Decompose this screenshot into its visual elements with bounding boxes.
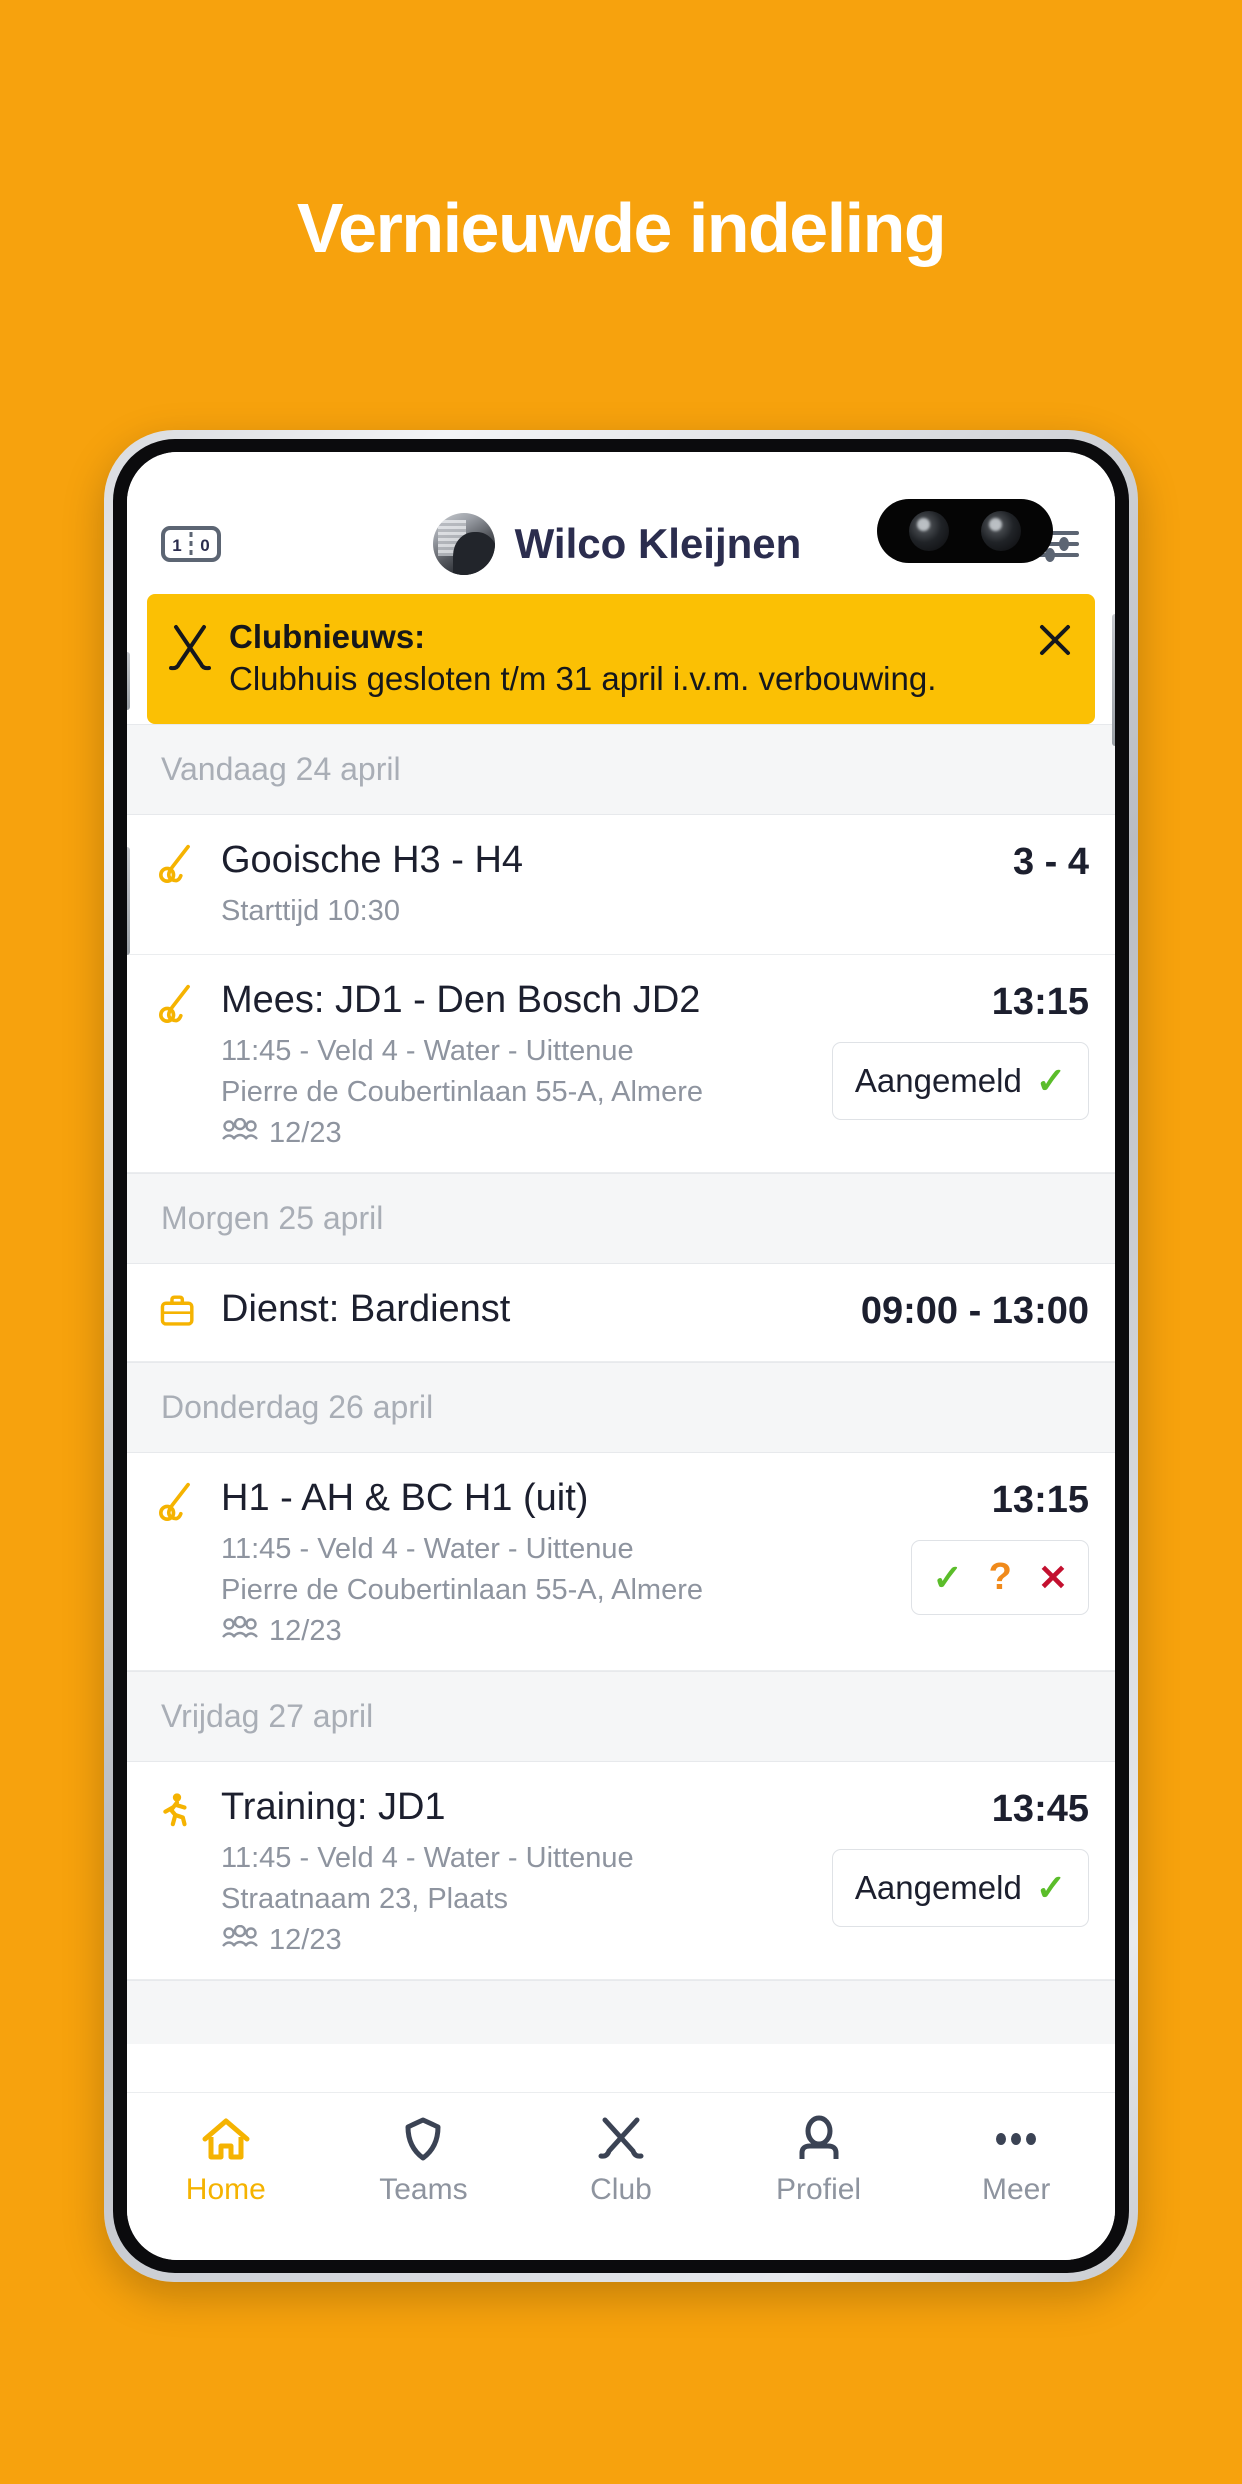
tab-meer[interactable]: Meer xyxy=(917,2115,1115,2207)
day-header: Morgen 25 april xyxy=(127,1172,1115,1264)
tab-home[interactable]: Home xyxy=(127,2115,325,2207)
registration-label: Aangemeld xyxy=(854,1062,1022,1100)
hockey-sticks-icon xyxy=(169,624,211,674)
tab-label: Club xyxy=(590,2173,652,2206)
event-location: Pierre de Coubertinlaan 55-A, Almere xyxy=(221,1574,703,1607)
news-title: Clubnieuws: xyxy=(229,618,426,655)
list-item[interactable]: Training: JD1 11:45 - Veld 4 - Water - U… xyxy=(127,1762,1115,1981)
hockey-sticks-icon xyxy=(595,2115,647,2163)
event-title: H1 - AH & BC H1 (uit) xyxy=(221,1477,589,1520)
phone-button-left-lower xyxy=(127,847,130,955)
tab-label: Meer xyxy=(981,2173,1051,2206)
running-person-icon xyxy=(157,1784,205,1957)
camera-cutout xyxy=(877,499,1053,563)
shield-icon xyxy=(397,2115,449,2163)
event-subtitle: 11:45 - Veld 4 - Water - Uittenue xyxy=(221,1841,634,1874)
attendance-count: 12/23 xyxy=(269,1116,342,1149)
bottom-navigation: Home Teams Club Profiel Meer xyxy=(127,2092,1115,2260)
event-location: Pierre de Coubertinlaan 55-A, Almere xyxy=(221,1075,703,1108)
registration-label: Aangemeld xyxy=(854,1869,1022,1907)
news-text: Clubhuis gesloten t/m 31 april i.v.m. ve… xyxy=(229,660,937,698)
decline-button[interactable]: ✕ xyxy=(1038,1557,1068,1599)
list-item[interactable]: Gooische H3 - H4 Starttijd 10:30 3 - 4 xyxy=(127,815,1115,956)
phone-frame: 1 0 Wilco Kleijnen Clubnieuws: Clubhuis … xyxy=(104,430,1138,2282)
list-item[interactable]: Dienst: Bardienst 09:00 - 13:00 xyxy=(127,1264,1115,1363)
event-title: Dienst: Bardienst xyxy=(221,1287,511,1330)
people-icon xyxy=(221,1615,259,1648)
avatar[interactable] xyxy=(432,513,495,575)
list-bottom-spacer xyxy=(127,1980,1115,2045)
attendance: 12/23 xyxy=(221,1117,816,1150)
phone-button-left-upper xyxy=(127,652,130,710)
phone-bezel: 1 0 Wilco Kleijnen Clubnieuws: Clubhuis … xyxy=(113,439,1129,2273)
registration-status-button[interactable]: Aangemeld ✓ xyxy=(831,1042,1089,1121)
svg-text:0: 0 xyxy=(200,536,209,555)
attendance: 12/23 xyxy=(221,1924,816,1957)
day-header: Vrijdag 27 april xyxy=(127,1671,1115,1763)
event-title: Gooische H3 - H4 xyxy=(221,839,524,882)
check-icon: ✓ xyxy=(1035,1060,1066,1102)
tab-teams[interactable]: Teams xyxy=(325,2115,523,2207)
more-dots-icon xyxy=(990,2115,1042,2163)
phone-screen: 1 0 Wilco Kleijnen Clubnieuws: Clubhuis … xyxy=(127,452,1115,2260)
promo-headline: Vernieuwde indeling xyxy=(296,189,947,267)
attendance-count: 12/23 xyxy=(269,1924,342,1957)
attendance-count: 12/23 xyxy=(269,1615,342,1648)
list-item[interactable]: H1 - AH & BC H1 (uit) 11:45 - Veld 4 - W… xyxy=(127,1453,1115,1672)
event-location: Straatnaam 23, Plaats xyxy=(221,1883,508,1915)
availability-choice-group[interactable]: ✓ ? ✕ xyxy=(911,1540,1089,1616)
home-icon xyxy=(200,2115,252,2163)
tab-label: Profiel xyxy=(776,2173,862,2206)
event-time: 09:00 - 13:00 xyxy=(860,1289,1089,1332)
people-icon xyxy=(221,1924,259,1957)
event-subtitle: 11:45 - Veld 4 - Water - Uittenue xyxy=(221,1532,634,1565)
tab-club[interactable]: Club xyxy=(522,2115,720,2207)
event-time: 13:15 xyxy=(991,1479,1089,1522)
camera-lens-secondary xyxy=(981,511,1021,551)
event-subtitle: Starttijd 10:30 xyxy=(221,894,400,927)
list-item[interactable]: Mees: JD1 - Den Bosch JD2 11:45 - Veld 4… xyxy=(127,955,1115,1173)
accept-button[interactable]: ✓ xyxy=(932,1557,962,1599)
svg-text:1: 1 xyxy=(172,536,181,555)
person-icon xyxy=(793,2115,845,2163)
people-icon xyxy=(221,1117,259,1150)
check-icon: ✓ xyxy=(1035,1867,1066,1909)
close-icon[interactable] xyxy=(1035,620,1075,660)
event-title: Training: JD1 xyxy=(221,1786,446,1829)
club-news-banner[interactable]: Clubnieuws: Clubhuis gesloten t/m 31 apr… xyxy=(147,594,1095,725)
event-time: 13:15 xyxy=(991,981,1089,1024)
event-score: 3 - 4 xyxy=(1012,841,1089,884)
event-title: Mees: JD1 - Den Bosch JD2 xyxy=(221,979,701,1022)
day-header: Donderdag 26 april xyxy=(127,1362,1115,1454)
maybe-button[interactable]: ? xyxy=(989,1556,1012,1599)
tab-label: Home xyxy=(185,2173,266,2206)
user-name: Wilco Kleijnen xyxy=(514,520,802,567)
briefcase-icon xyxy=(157,1286,205,1340)
event-subtitle: 11:45 - Veld 4 - Water - Uittenue xyxy=(221,1034,634,1067)
hockey-stick-ball-icon xyxy=(157,1475,205,1648)
day-header: Vandaag 24 april xyxy=(127,724,1115,816)
tab-label: Teams xyxy=(379,2173,468,2206)
phone-button-right xyxy=(1112,614,1115,746)
scoreboard-icon[interactable]: 1 0 xyxy=(161,524,221,564)
agenda-list: Vandaag 24 april Gooische H3 - H4 Startt… xyxy=(127,724,1115,2045)
camera-lens-primary xyxy=(909,511,949,551)
hockey-stick-ball-icon xyxy=(157,977,205,1150)
registration-status-button[interactable]: Aangemeld ✓ xyxy=(831,1849,1089,1928)
hockey-stick-ball-icon xyxy=(157,837,205,932)
event-time: 13:45 xyxy=(991,1788,1089,1831)
attendance: 12/23 xyxy=(221,1615,858,1648)
tab-profiel[interactable]: Profiel xyxy=(720,2115,918,2207)
